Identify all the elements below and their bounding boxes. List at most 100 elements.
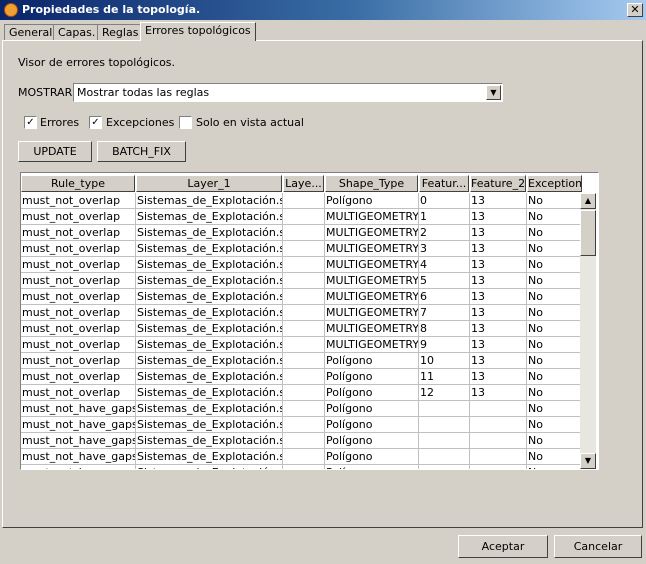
- cell-feature-2: 13: [470, 305, 527, 321]
- app-icon: [4, 3, 18, 17]
- close-button[interactable]: ✕: [627, 3, 643, 17]
- errores-checkbox[interactable]: ✓: [24, 116, 37, 129]
- cell-layer-2: [283, 193, 325, 209]
- errors-table: Rule_type Layer_1 Laye... Shape_Type Featur.…: [20, 172, 599, 470]
- cell-feature-2: 13: [470, 209, 527, 225]
- cell-layer-1: Sistemas_de_Explotación.shp: [136, 465, 283, 469]
- cell-layer-2: [283, 417, 325, 433]
- title-bar: Propiedades de la topología. ✕: [0, 0, 646, 20]
- cell-layer-2: [283, 321, 325, 337]
- cell-layer-2: [283, 369, 325, 385]
- batch-fix-button[interactable]: BATCH_FIX: [97, 141, 186, 162]
- cell-rule-type: must_not_overlap: [21, 273, 136, 289]
- cell-rule-type: must_not_overlap: [21, 305, 136, 321]
- cell-feature-1: [419, 465, 470, 469]
- cell-feature-1: 0: [419, 193, 470, 209]
- cell-shape-type: Polígono: [325, 385, 419, 401]
- cell-feature-1: 12: [419, 385, 470, 401]
- cell-layer-2: [283, 401, 325, 417]
- cell-feature-1: 10: [419, 353, 470, 369]
- cell-feature-1: 9: [419, 337, 470, 353]
- cell-exception: No: [527, 385, 583, 401]
- cell-shape-type: MULTIGEOMETRY: [325, 337, 419, 353]
- cell-feature-2: [470, 449, 527, 465]
- cell-layer-1: Sistemas_de_Explotación.shp: [136, 241, 283, 257]
- column-header-feature-1[interactable]: Featur...: [419, 175, 469, 192]
- cell-feature-2: 13: [470, 241, 527, 257]
- solo-vista-actual-label: Solo en vista actual: [196, 116, 304, 129]
- panel-heading: Visor de errores topológicos.: [18, 56, 176, 69]
- cell-feature-1: 8: [419, 321, 470, 337]
- tab-errores-topologicos[interactable]: Errores topológicos: [140, 22, 256, 41]
- cell-layer-2: [283, 449, 325, 465]
- cell-feature-2: 13: [470, 193, 527, 209]
- cell-rule-type: must_not_have_gaps: [21, 449, 136, 465]
- cell-layer-2: [283, 385, 325, 401]
- excepciones-checkbox[interactable]: ✓: [89, 116, 102, 129]
- cell-feature-2: 13: [470, 257, 527, 273]
- table-scrollbar[interactable]: ▲ ▼: [580, 193, 596, 469]
- solo-vista-actual-checkbox[interactable]: [179, 116, 192, 129]
- cell-exception: No: [527, 257, 583, 273]
- cell-layer-2: [283, 337, 325, 353]
- accept-button[interactable]: Aceptar: [458, 535, 548, 558]
- window-title: Propiedades de la topología.: [22, 3, 201, 16]
- cell-shape-type: Polígono: [325, 369, 419, 385]
- cell-rule-type: must_not_have_gaps: [21, 433, 136, 449]
- column-header-layer-1[interactable]: Layer_1: [136, 175, 282, 192]
- cell-rule-type: must_not_overlap: [21, 193, 136, 209]
- cell-rule-type: must_not_overlap: [21, 209, 136, 225]
- cell-rule-type: must_not_have_gaps: [21, 417, 136, 433]
- scroll-up-icon[interactable]: ▲: [580, 193, 596, 209]
- cell-feature-2: 13: [470, 289, 527, 305]
- column-header-rule-type[interactable]: Rule_type: [21, 175, 135, 192]
- cell-feature-2: [470, 401, 527, 417]
- cell-shape-type: Polígono: [325, 193, 419, 209]
- cell-layer-1: Sistemas_de_Explotación.shp: [136, 385, 283, 401]
- cell-exception: No: [527, 417, 583, 433]
- cell-exception: No: [527, 401, 583, 417]
- cell-exception: No: [527, 321, 583, 337]
- cell-rule-type: must_not_overlap: [21, 257, 136, 273]
- column-header-feature-2[interactable]: Feature_2: [470, 175, 526, 192]
- cell-layer-2: [283, 225, 325, 241]
- cell-rule-type: must_not_overlap: [21, 337, 136, 353]
- cell-shape-type: Polígono: [325, 417, 419, 433]
- tab-general[interactable]: General: [4, 24, 58, 41]
- cell-shape-type: Polígono: [325, 353, 419, 369]
- cell-feature-2: 13: [470, 385, 527, 401]
- column-header-exception[interactable]: Exception: [527, 175, 582, 192]
- column-header-layer-2[interactable]: Laye...: [283, 175, 324, 192]
- cell-shape-type: MULTIGEOMETRY: [325, 305, 419, 321]
- cell-feature-1: 11: [419, 369, 470, 385]
- cell-exception: No: [527, 241, 583, 257]
- scroll-down-icon[interactable]: ▼: [580, 453, 596, 469]
- cell-feature-1: 5: [419, 273, 470, 289]
- cell-feature-2: 13: [470, 353, 527, 369]
- cell-layer-1: Sistemas_de_Explotación.shp: [136, 193, 283, 209]
- cell-shape-type: Polígono: [325, 433, 419, 449]
- cell-exception: No: [527, 433, 583, 449]
- cell-layer-1: Sistemas_de_Explotación.shp: [136, 353, 283, 369]
- cell-rule-type: must_not_overlap: [21, 385, 136, 401]
- cell-exception: No: [527, 465, 583, 469]
- cell-layer-1: Sistemas_de_Explotación.shp: [136, 369, 283, 385]
- chevron-down-icon[interactable]: ▼: [486, 85, 501, 100]
- scroll-thumb[interactable]: [580, 210, 596, 256]
- cell-feature-1: 7: [419, 305, 470, 321]
- cell-rule-type: must_not_overlap: [21, 321, 136, 337]
- update-button[interactable]: UPDATE: [18, 141, 92, 162]
- cell-feature-1: 6: [419, 289, 470, 305]
- cell-shape-type: Polígono: [325, 449, 419, 465]
- cancel-button[interactable]: Cancelar: [554, 535, 642, 558]
- cell-layer-1: Sistemas_de_Explotación.shp: [136, 305, 283, 321]
- mostrar-select[interactable]: Mostrar todas las reglas ▼: [73, 83, 503, 102]
- cell-layer-2: [283, 209, 325, 225]
- cell-feature-1: 2: [419, 225, 470, 241]
- column-header-shape-type[interactable]: Shape_Type: [325, 175, 418, 192]
- cell-rule-type: must_not_have_gaps: [21, 465, 136, 469]
- cell-layer-2: [283, 257, 325, 273]
- tab-capas[interactable]: Capas.: [53, 24, 101, 41]
- tab-reglas[interactable]: Reglas: [97, 24, 144, 41]
- cell-rule-type: must_not_overlap: [21, 225, 136, 241]
